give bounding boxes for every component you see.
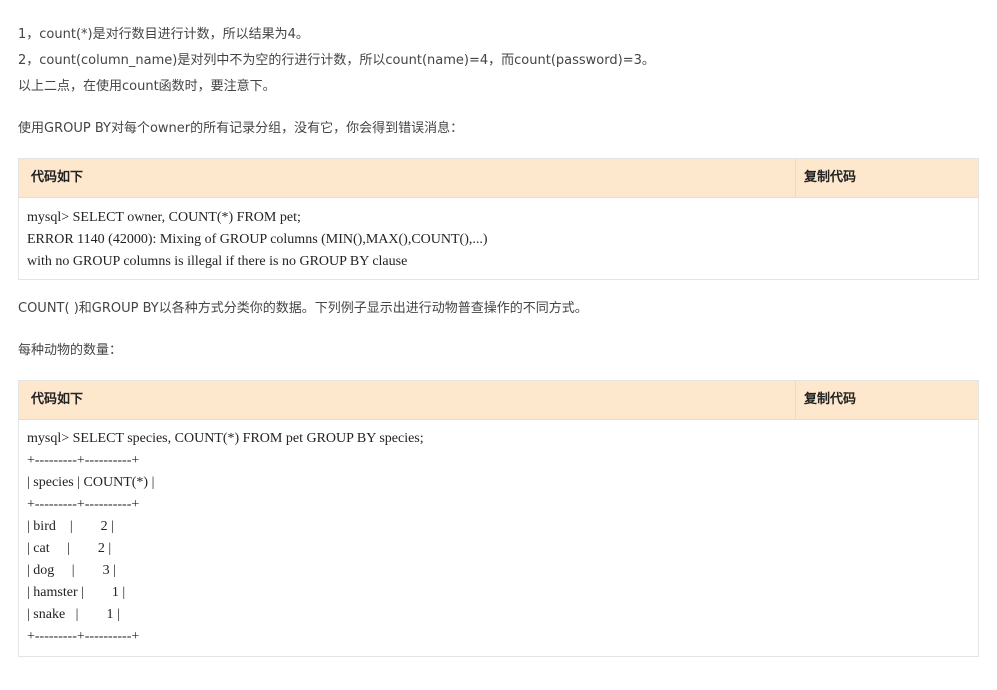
copy-code-button[interactable]: 复制代码	[796, 381, 978, 419]
code-block-header: 代码如下 复制代码	[19, 381, 978, 420]
code-line: +---------+----------+	[27, 497, 140, 512]
article-content: 1，count(*)是对行数目进行计数，所以结果为4。 2，count(colu…	[0, 0, 997, 657]
paragraph-count-groupby: COUNT( )和GROUP BY以各种方式分类你的数据。下列例子显示出进行动物…	[18, 301, 588, 316]
paragraph-animal-count: 每种动物的数量：	[18, 343, 123, 358]
code-body: mysql> SELECT species, COUNT(*) FROM pet…	[19, 420, 978, 656]
intro-line-3: 以上二点，在使用count函数时，要注意下。	[18, 79, 276, 94]
code-block-title: 代码如下	[19, 159, 796, 197]
code-line: +---------+----------+	[27, 629, 140, 644]
code-line: | dog | 3 |	[27, 563, 116, 578]
code-line: | species | COUNT(*) |	[27, 475, 155, 490]
code-line: | snake | 1 |	[27, 607, 120, 622]
code-line: mysql> SELECT owner, COUNT(*) FROM pet;	[27, 210, 301, 225]
code-body: mysql> SELECT owner, COUNT(*) FROM pet; …	[19, 198, 978, 279]
code-block-2: 代码如下 复制代码 mysql> SELECT species, COUNT(*…	[18, 380, 979, 657]
code-block-title: 代码如下	[19, 381, 796, 419]
intro-line-1: 1，count(*)是对行数目进行计数，所以结果为4。	[18, 27, 309, 42]
code-line: | bird | 2 |	[27, 519, 114, 534]
code-block-1: 代码如下 复制代码 mysql> SELECT owner, COUNT(*) …	[18, 158, 979, 280]
code-line: +---------+----------+	[27, 453, 140, 468]
code-line: | hamster | 1 |	[27, 585, 126, 600]
paragraph-group-by: 使用GROUP BY对每个owner的所有记录分组，没有它，你会得到错误消息：	[18, 121, 464, 136]
code-block-header: 代码如下 复制代码	[19, 159, 978, 198]
code-line: ERROR 1140 (42000): Mixing of GROUP colu…	[27, 232, 488, 247]
code-line: mysql> SELECT species, COUNT(*) FROM pet…	[27, 431, 424, 446]
code-line: | cat | 2 |	[27, 541, 112, 556]
intro-line-2: 2，count(column_name)是对列中不为空的行进行计数，所以coun…	[18, 53, 655, 68]
copy-code-button[interactable]: 复制代码	[796, 159, 978, 197]
code-line: with no GROUP columns is illegal if ther…	[27, 254, 408, 269]
